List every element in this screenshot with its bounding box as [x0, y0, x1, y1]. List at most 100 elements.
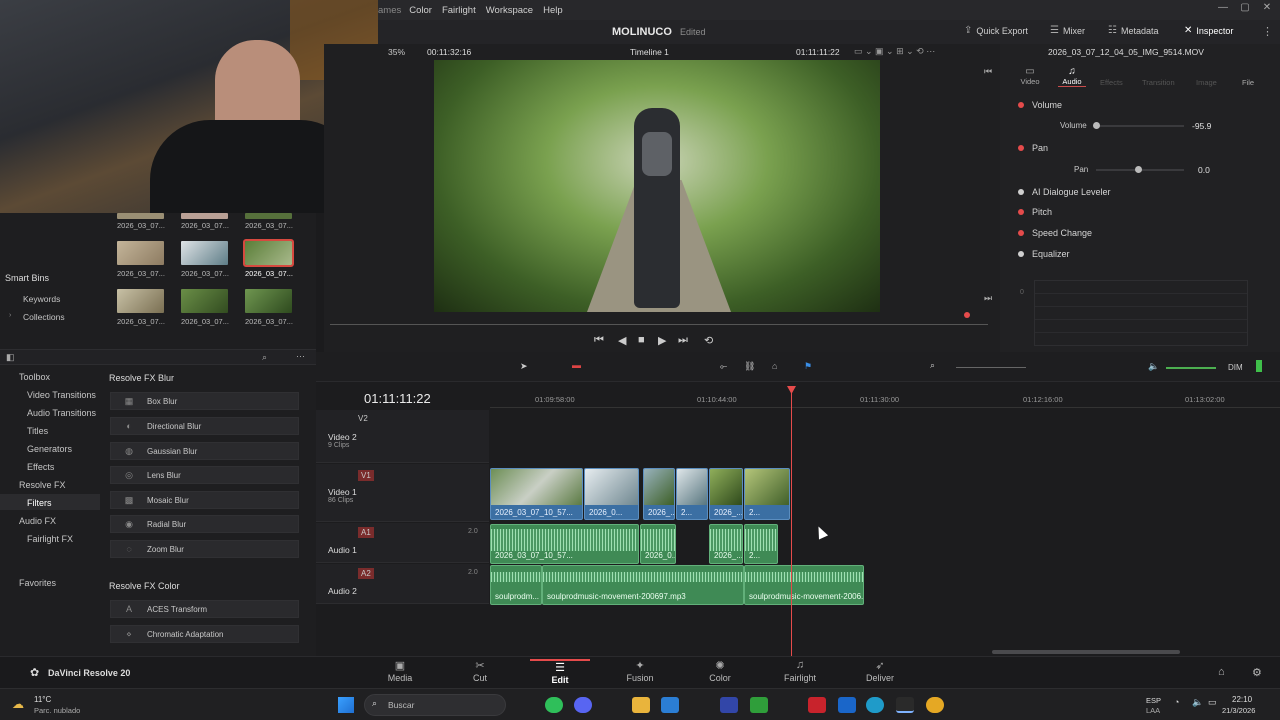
- tree-toolbox[interactable]: Toolbox: [19, 372, 50, 382]
- speed-change-dot[interactable]: [1018, 230, 1024, 236]
- tree-audio-fx[interactable]: Audio FX: [19, 516, 56, 526]
- pitch-enable-dot[interactable]: [1018, 209, 1024, 215]
- clock-date[interactable]: 21/3/2026: [1222, 706, 1255, 715]
- volume-tray-icon[interactable]: 🔈: [1192, 697, 1203, 708]
- pan-enable-dot[interactable]: [1018, 145, 1024, 151]
- track-header-v1[interactable]: V1 Video 1 86 Clips: [316, 464, 489, 522]
- in-point-icon[interactable]: ⏮: [984, 66, 992, 77]
- weather-icon[interactable]: ☁: [12, 697, 24, 711]
- pan-value[interactable]: 0.0: [1198, 165, 1210, 175]
- outlook-icon[interactable]: [838, 697, 856, 713]
- page-media[interactable]: ▣ Media: [370, 659, 430, 683]
- inspector-tab-audio[interactable]: ♫ Audio: [1058, 66, 1086, 87]
- equalizer-dot[interactable]: [1018, 251, 1024, 257]
- media-thumb[interactable]: [117, 289, 164, 313]
- menu-item-color[interactable]: Color: [409, 5, 432, 16]
- premiere-icon[interactable]: [720, 697, 738, 713]
- dialogue-leveler-dot[interactable]: [1018, 189, 1024, 195]
- menu-item-workspace[interactable]: Workspace: [486, 5, 533, 16]
- tree-generators[interactable]: Generators: [27, 444, 72, 454]
- media-thumb[interactable]: [245, 213, 292, 219]
- store-icon[interactable]: [661, 697, 679, 713]
- viewer-scrub-bar[interactable]: [330, 324, 988, 325]
- media-thumb[interactable]: [117, 213, 164, 219]
- audio-clip[interactable]: 2026_0...: [640, 524, 676, 564]
- snap-icon[interactable]: ⟜: [720, 361, 727, 372]
- transport-stop-icon[interactable]: ■: [638, 334, 645, 346]
- out-point-icon[interactable]: ⏭: [984, 293, 992, 304]
- home-icon[interactable]: ⌂: [1218, 666, 1225, 678]
- video-clip[interactable]: 2...: [744, 468, 790, 520]
- maximize-icon[interactable]: ▢: [1238, 2, 1252, 16]
- pan-section[interactable]: Pan: [1004, 138, 1276, 158]
- fx-zoom-blur[interactable]: ◌ Zoom Blur: [110, 540, 299, 558]
- menu-item-help[interactable]: Help: [543, 5, 563, 16]
- close-icon[interactable]: ✕: [1260, 2, 1274, 16]
- transport-back-icon[interactable]: ◀: [618, 334, 626, 347]
- page-fusion[interactable]: ✦ Fusion: [610, 659, 670, 683]
- discord-icon[interactable]: [574, 697, 592, 713]
- media-thumb[interactable]: [245, 289, 292, 313]
- track-header-a1[interactable]: A1 2.0 Audio 1: [316, 523, 489, 563]
- lock-icon[interactable]: ⌂: [772, 361, 777, 371]
- language-indicator[interactable]: ESP: [1146, 696, 1161, 705]
- audio-clip[interactable]: 2026_03_07_10_57...: [490, 524, 639, 564]
- inspector-tab-transition[interactable]: Transition: [1142, 78, 1175, 87]
- inspector-tab-file[interactable]: File: [1242, 78, 1254, 87]
- fx-directional-blur[interactable]: ◐ Directional Blur: [110, 417, 299, 435]
- volume-slider-knob[interactable]: [1093, 122, 1100, 129]
- zoom-icon[interactable]: ⌕: [930, 360, 935, 371]
- media-thumb[interactable]: [117, 241, 164, 265]
- fx-box-blur[interactable]: ▦ Box Blur: [110, 392, 299, 410]
- fx-radial-blur[interactable]: ◉ Radial Blur: [110, 515, 299, 533]
- metadata-button[interactable]: ☷ Metadata: [1108, 26, 1159, 37]
- fx-chromatic-adaptation[interactable]: ⋄ Chromatic Adaptation: [110, 625, 299, 643]
- page-edit[interactable]: ☰ Edit: [530, 659, 590, 685]
- flag-icon[interactable]: ⚑: [804, 361, 812, 372]
- media-thumb[interactable]: [181, 289, 228, 313]
- fx-mosaic-blur[interactable]: ▩ Mosaic Blur: [110, 491, 299, 509]
- selection-tool-icon[interactable]: ➤: [520, 361, 528, 372]
- timeline-selector[interactable]: Timeline 1: [630, 47, 669, 57]
- video-clip[interactable]: 2026_03_07_10_57...: [490, 468, 583, 520]
- volume-value[interactable]: -95.9: [1192, 121, 1211, 131]
- transport-next-icon[interactable]: ⏭: [678, 334, 688, 347]
- battery-icon[interactable]: ▭: [1208, 697, 1217, 708]
- volume-enable-dot[interactable]: [1018, 102, 1024, 108]
- fx-gaussian-blur[interactable]: ◍ Gaussian Blur: [110, 442, 299, 460]
- viewer-zoom[interactable]: 35%: [388, 47, 405, 57]
- whatsapp-icon[interactable]: [545, 697, 563, 713]
- windows-start-icon[interactable]: [338, 697, 354, 713]
- volume-slider[interactable]: [1096, 125, 1184, 127]
- inspector-tab-effects[interactable]: Effects: [1100, 78, 1123, 87]
- xbox-icon[interactable]: [750, 697, 768, 713]
- dialogue-leveler-section[interactable]: AI Dialogue Leveler: [1004, 182, 1276, 202]
- track-header-a2[interactable]: A2 2.0 Audio 2: [316, 564, 489, 604]
- minimize-icon[interactable]: —: [1216, 2, 1230, 16]
- music-clip[interactable]: soulprodmusic-movement-200697.mp3: [542, 565, 744, 605]
- track-header-v2[interactable]: V2 Video 2 9 Clips: [316, 410, 489, 463]
- volume-section[interactable]: Volume: [1004, 95, 1276, 115]
- media-thumb[interactable]: [181, 213, 228, 219]
- inspector-tab-video[interactable]: ▭ Video: [1016, 66, 1044, 87]
- fx-aces-transform[interactable]: A ACES Transform: [110, 600, 299, 618]
- tree-resolve-fx[interactable]: Resolve FX: [19, 480, 66, 490]
- pinterest-icon[interactable]: [808, 697, 826, 713]
- tree-audio-transitions[interactable]: Audio Transitions: [27, 408, 96, 418]
- tree-titles[interactable]: Titles: [27, 426, 48, 436]
- tree-fairlight-fx[interactable]: Fairlight FX: [27, 534, 73, 544]
- taskbar-search[interactable]: [364, 694, 506, 716]
- file-explorer-icon[interactable]: [632, 697, 650, 713]
- playhead-line[interactable]: [791, 388, 792, 656]
- wifi-icon[interactable]: ◔: [1174, 697, 1179, 707]
- tree-video-transitions[interactable]: Video Transitions: [27, 390, 96, 400]
- music-clip[interactable]: soulprodmusic-movement-2006...: [744, 565, 864, 605]
- edge-icon[interactable]: [866, 697, 884, 713]
- master-volume-slider[interactable]: [1166, 367, 1216, 369]
- chevron-right-icon[interactable]: ›: [9, 312, 11, 319]
- video-clip[interactable]: 2026_0...: [584, 468, 639, 520]
- link-icon[interactable]: ⛓: [744, 361, 755, 372]
- tree-favorites[interactable]: Favorites: [19, 578, 56, 588]
- page-color[interactable]: ✺ Color: [690, 659, 750, 683]
- tree-effects[interactable]: Effects: [27, 462, 54, 472]
